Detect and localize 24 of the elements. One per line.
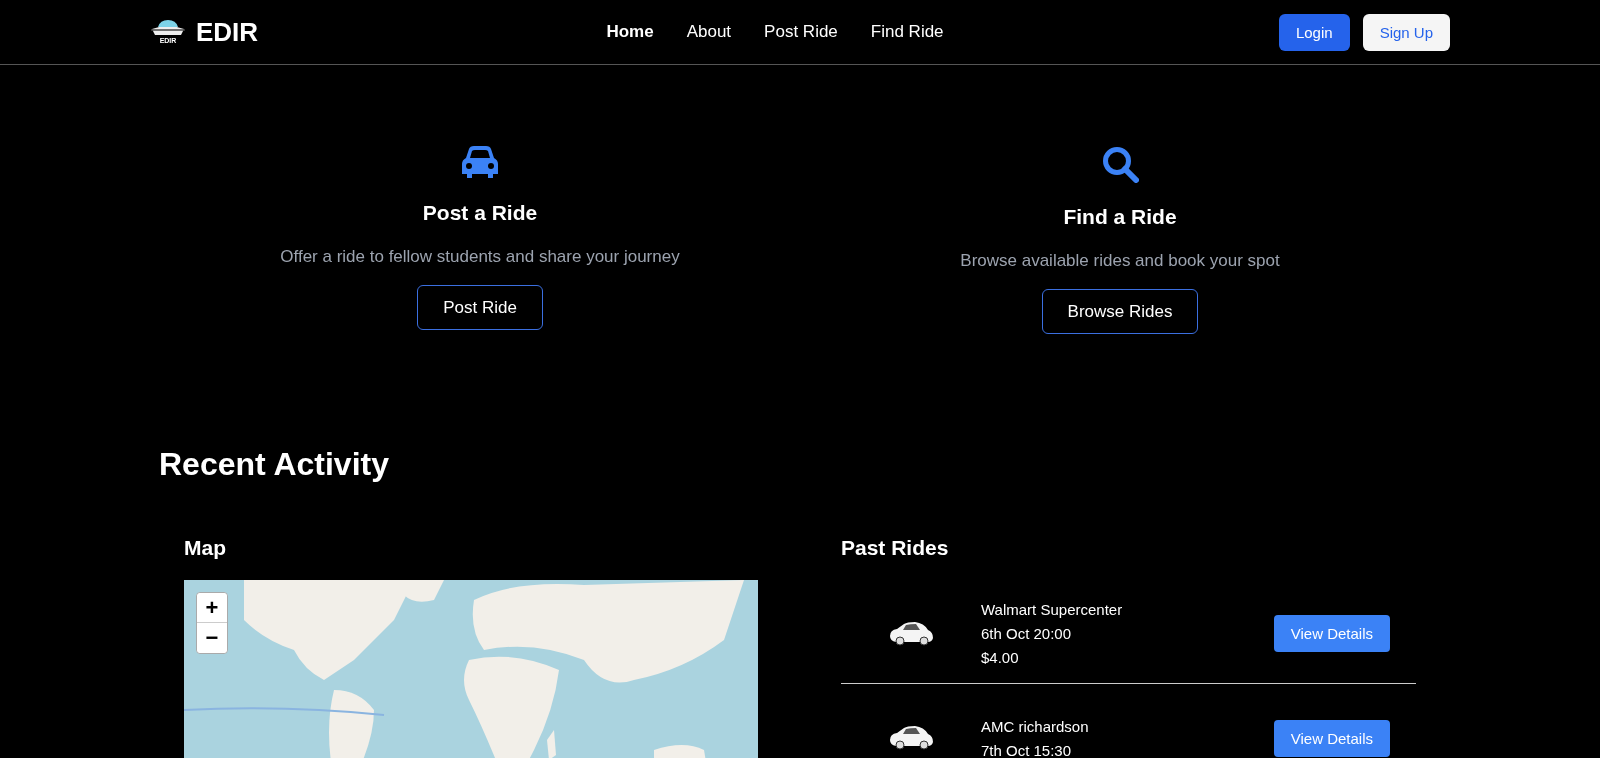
section-title: Recent Activity	[159, 446, 390, 483]
brand-name[interactable]: EDIR	[196, 16, 259, 48]
zoom-in-button[interactable]: +	[197, 593, 227, 623]
feature-title: Post a Ride	[422, 201, 538, 225]
nav-link[interactable]: Home	[606, 22, 654, 42]
feature-description: Offer a ride to fellow students and share your journey	[280, 247, 680, 267]
view-details-button[interactable]: View Details	[1273, 615, 1390, 652]
ride-place: Walmart Supercenter	[981, 601, 1124, 618]
ride-price: $4.00	[981, 649, 1020, 666]
past-rides-title: Past Rides	[841, 536, 950, 560]
nav-link[interactable]: Find Ride	[870, 22, 944, 42]
nav-link[interactable]: About	[686, 22, 732, 42]
ride-time: 6th Oct 20:00	[981, 625, 1073, 642]
ride-time: 7th Oct 15:30	[981, 741, 1073, 758]
login-button[interactable]: Login	[1278, 13, 1350, 51]
feature-title: Find a Ride	[1063, 205, 1177, 229]
feature-button[interactable]: Post Ride	[417, 285, 543, 330]
feature-button[interactable]: Browse Rides	[1041, 289, 1199, 334]
sign-up-button[interactable]: Sign Up	[1362, 13, 1450, 51]
map-title: Map	[184, 536, 227, 560]
feature-description: Browse available rides and book your spot	[960, 251, 1280, 271]
nav-link[interactable]: Post Ride	[764, 22, 838, 42]
ride-place: AMC richardson	[981, 717, 1090, 735]
view-details-button[interactable]: View Details	[1273, 719, 1390, 757]
